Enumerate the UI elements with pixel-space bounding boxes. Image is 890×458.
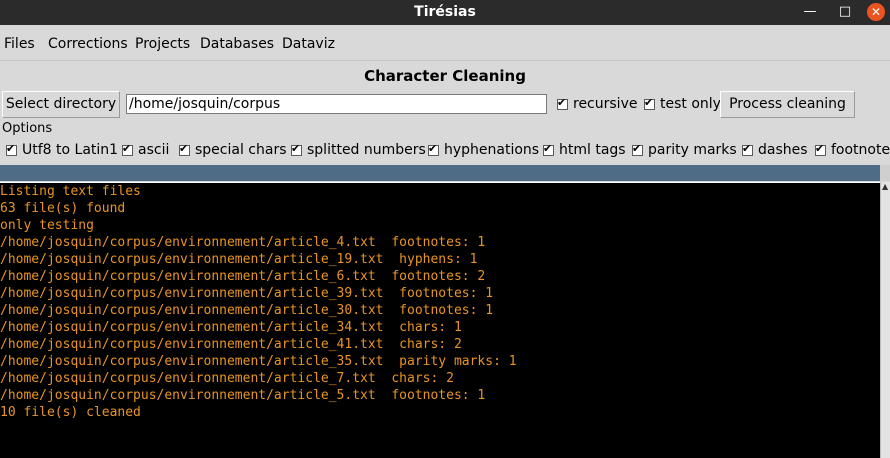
menu-corrections[interactable]: Corrections xyxy=(48,36,128,52)
process-cleaning-button[interactable]: Process cleaning xyxy=(720,91,855,118)
console-line: /home/josquin/corpus/environnement/artic… xyxy=(0,286,494,301)
option-label: parity marks xyxy=(648,142,737,158)
page-title: Character Cleaning xyxy=(364,67,526,85)
console-line: /home/josquin/corpus/environnement/artic… xyxy=(0,252,478,267)
console-line: /home/josquin/corpus/environnement/artic… xyxy=(0,388,486,403)
progress-band xyxy=(0,165,880,181)
console-output[interactable]: Listing text files 63 file(s) found only… xyxy=(0,182,880,458)
console-line: /home/josquin/corpus/environnement/artic… xyxy=(0,354,517,369)
menu-dataviz[interactable]: Dataviz xyxy=(282,36,335,52)
console-line: /home/josquin/corpus/environnement/artic… xyxy=(0,303,494,318)
option-label: footnotes xyxy=(831,142,890,158)
select-directory-button[interactable]: Select directory xyxy=(2,91,120,118)
option-ascii[interactable]: ascii xyxy=(122,142,169,158)
option-label: html tags xyxy=(559,142,626,158)
console-line: /home/josquin/corpus/environnement/artic… xyxy=(0,269,486,284)
minimize-icon[interactable]: — xyxy=(801,3,819,21)
option-special-chars[interactable]: special chars xyxy=(179,142,287,158)
option-footnotes[interactable]: footnotes xyxy=(815,142,890,158)
checkbox-checked-icon[interactable] xyxy=(632,142,643,156)
close-icon[interactable]: ✕ xyxy=(867,3,885,21)
menu-files[interactable]: Files xyxy=(4,36,35,52)
console-line: 10 file(s) cleaned xyxy=(0,405,141,420)
checkbox-checked-icon[interactable] xyxy=(644,96,655,110)
scroll-up-arrow-icon[interactable]: ▲ xyxy=(882,182,888,191)
recursive-label: recursive xyxy=(573,96,638,112)
console-line: /home/josquin/corpus/environnement/artic… xyxy=(0,337,462,352)
option-label: splitted numbers xyxy=(307,142,426,158)
option-label: special chars xyxy=(195,142,287,158)
option-label: dashes xyxy=(758,142,808,158)
maximize-icon[interactable]: □ xyxy=(836,3,854,21)
checkbox-checked-icon[interactable] xyxy=(815,142,826,156)
option-parity-marks[interactable]: parity marks xyxy=(632,142,737,158)
option-dashes[interactable]: dashes xyxy=(742,142,808,158)
checkbox-checked-icon[interactable] xyxy=(179,142,190,156)
options-label: Options xyxy=(2,121,53,136)
console-line: /home/josquin/corpus/environnement/artic… xyxy=(0,371,454,386)
recursive-checkbox[interactable]: recursive xyxy=(557,96,637,112)
checkbox-checked-icon[interactable] xyxy=(122,142,133,156)
checkbox-checked-icon[interactable] xyxy=(742,142,753,156)
menu-bar: Files Corrections Projects Databases Dat… xyxy=(0,25,890,61)
console-line: /home/josquin/corpus/environnement/artic… xyxy=(0,235,486,250)
test-only-checkbox[interactable]: test only xyxy=(644,96,721,112)
checkbox-checked-icon[interactable] xyxy=(428,142,439,156)
option-utf8-to-latin1[interactable]: Utf8 to Latin1 xyxy=(6,142,118,158)
option-label: ascii xyxy=(138,142,170,158)
console-line: only testing xyxy=(0,218,94,233)
menu-databases[interactable]: Databases xyxy=(200,36,274,52)
console-line: /home/josquin/corpus/environnement/artic… xyxy=(0,320,462,335)
option-label: hyphenations xyxy=(444,142,540,158)
checkbox-checked-icon[interactable] xyxy=(6,142,17,156)
console-line: Listing text files xyxy=(0,184,141,199)
title-bar: Tirésias — □ ✕ xyxy=(0,0,890,25)
console-scrollbar[interactable]: ▲ xyxy=(880,182,890,458)
option-hyphenations[interactable]: hyphenations xyxy=(428,142,539,158)
band-scroll-area xyxy=(880,165,890,181)
menu-projects[interactable]: Projects xyxy=(135,36,190,52)
test-only-label: test only xyxy=(660,96,721,112)
option-html-tags[interactable]: html tags xyxy=(543,142,626,158)
directory-input[interactable] xyxy=(126,94,547,114)
checkbox-checked-icon[interactable] xyxy=(557,96,568,110)
option-label: Utf8 to Latin1 xyxy=(22,142,119,158)
checkbox-checked-icon[interactable] xyxy=(543,142,554,156)
console-line: 63 file(s) found xyxy=(0,201,126,216)
window-title: Tirésias xyxy=(414,4,476,20)
checkbox-checked-icon[interactable] xyxy=(291,142,302,156)
option-splitted-numbers[interactable]: splitted numbers xyxy=(291,142,426,158)
